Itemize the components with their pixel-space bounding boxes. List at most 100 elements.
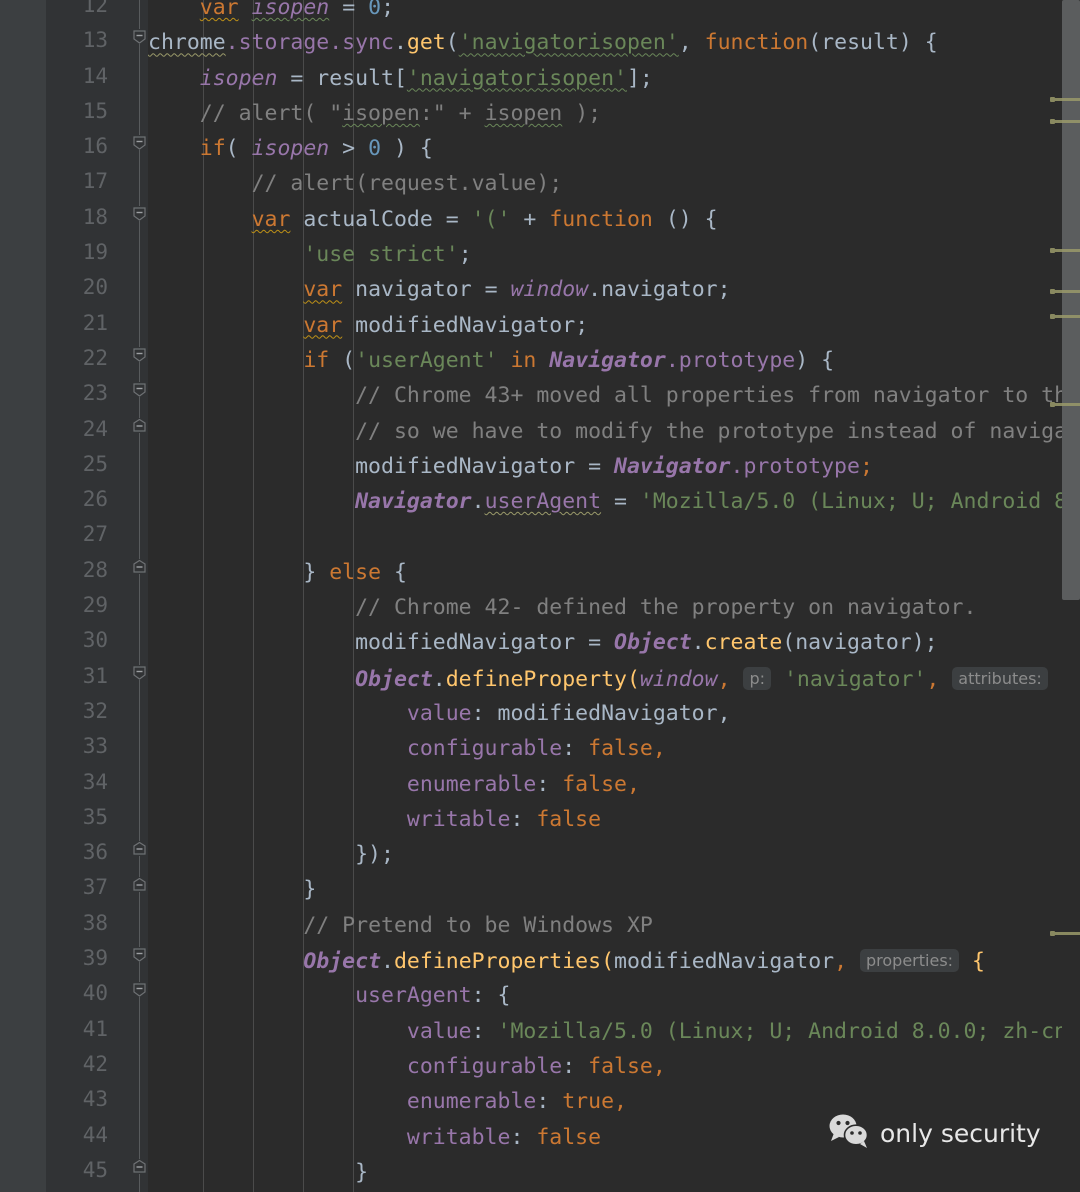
code-line[interactable]: Navigator.userAgent = 'Mozilla/5.0 (Linu… <box>148 484 1080 519</box>
code-line[interactable] <box>148 519 1080 554</box>
line-number: 17 <box>82 169 108 194</box>
code-line[interactable]: writable: false <box>148 802 1080 837</box>
code-line[interactable]: // Chrome 42- defined the property on na… <box>148 590 1080 625</box>
code-line[interactable]: } else { <box>148 555 1080 590</box>
code-line[interactable]: if ('userAgent' in Navigator.prototype) … <box>148 343 1080 378</box>
fold-collapse-icon[interactable] <box>132 664 147 680</box>
line-number: 21 <box>82 310 108 335</box>
code-line[interactable]: } <box>148 872 1080 907</box>
line-number: 20 <box>82 275 108 300</box>
line-number: 18 <box>82 204 108 229</box>
vertical-scrollbar-track[interactable] <box>1062 0 1080 1192</box>
error-stripe-marker[interactable] <box>1050 289 1080 294</box>
code-line[interactable]: var isopen = 0; <box>148 0 1080 25</box>
fold-guide-line <box>139 0 140 1192</box>
error-stripe-marker[interactable] <box>1050 248 1080 253</box>
code-line[interactable]: modifiedNavigator = Navigator.prototype; <box>148 449 1080 484</box>
code-line[interactable]: enumerable: false, <box>148 767 1080 802</box>
line-number: 13 <box>82 28 108 53</box>
line-number: 40 <box>82 981 108 1006</box>
editor-gutter[interactable]: 12 13 14 15 16 17 18 19 20 21 22 23 24 25 26 27 28 29 30 31… <box>46 0 148 1192</box>
code-line[interactable]: value: modifiedNavigator, <box>148 696 1080 731</box>
code-line[interactable]: var modifiedNavigator; <box>148 308 1080 343</box>
line-number: 15 <box>82 98 108 123</box>
line-number: 19 <box>82 240 108 265</box>
fold-end-icon[interactable] <box>132 876 147 892</box>
code-line[interactable]: } <box>148 1155 1080 1190</box>
fold-collapse-icon[interactable] <box>132 382 147 398</box>
line-number: 23 <box>82 381 108 406</box>
line-number: 27 <box>82 522 108 547</box>
code-line[interactable]: // Pretend to be Windows XP <box>148 908 1080 943</box>
code-line[interactable]: Object.defineProperties(modifiedNavigato… <box>148 943 1080 978</box>
code-viewport[interactable]: var isopen = 0; chrome.storage.sync.get('… <box>148 0 1080 1192</box>
code-line[interactable]: // alert( "isopen:" + isopen ); <box>148 96 1080 131</box>
fold-collapse-icon[interactable] <box>132 29 147 45</box>
line-number: 32 <box>82 698 108 723</box>
error-stripe-marker[interactable] <box>1050 402 1080 407</box>
code-line[interactable]: chrome.storage.sync.get('navigatorisopen… <box>148 25 1080 60</box>
line-number: 12 <box>82 0 108 17</box>
fold-collapse-icon[interactable] <box>132 135 147 151</box>
line-number: 42 <box>82 1051 108 1076</box>
fold-end-icon[interactable] <box>132 1158 147 1174</box>
line-number: 28 <box>82 557 108 582</box>
line-number: 14 <box>82 63 108 88</box>
line-number: 22 <box>82 345 108 370</box>
error-stripe-marker[interactable] <box>1050 314 1080 319</box>
code-line[interactable]: enumerable: true, <box>148 1084 1080 1119</box>
code-line[interactable]: // so we have to modify the prototype in… <box>148 414 1080 449</box>
inlay-hint: attributes: <box>952 666 1048 690</box>
code-line[interactable]: isopen = result['navigatorisopen']; <box>148 61 1080 96</box>
code-folding-rail[interactable] <box>132 0 148 1192</box>
code-line[interactable]: var navigator = window.navigator; <box>148 272 1080 307</box>
line-number: 43 <box>82 1087 108 1112</box>
code-line[interactable]: writable: false <box>148 1120 1080 1155</box>
line-number-column: 12 13 14 15 16 17 18 19 20 21 22 23 24 25 26 27 28 29 30 31… <box>46 0 108 1188</box>
line-number: 34 <box>82 769 108 794</box>
fold-collapse-icon[interactable] <box>132 947 147 963</box>
line-number: 41 <box>82 1016 108 1041</box>
code-line[interactable]: configurable: false, <box>148 1049 1080 1084</box>
error-stripe-marker[interactable] <box>1050 119 1080 124</box>
line-number: 35 <box>82 804 108 829</box>
line-number: 37 <box>82 875 108 900</box>
code-line[interactable]: configurable: false, <box>148 731 1080 766</box>
line-number: 26 <box>82 487 108 512</box>
code-line[interactable]: if( isopen > 0 ) { <box>148 131 1080 166</box>
code-editor[interactable]: 12 13 14 15 16 17 18 19 20 21 22 23 24 25 26 27 28 29 30 31… <box>0 0 1080 1192</box>
line-number: 30 <box>82 628 108 653</box>
error-stripe-marker[interactable] <box>1050 97 1080 102</box>
inlay-hint: p: <box>743 666 772 690</box>
source-code-text[interactable]: var isopen = 0; chrome.storage.sync.get('… <box>148 0 1080 1190</box>
code-line[interactable]: modifiedNavigator = Object.create(naviga… <box>148 625 1080 660</box>
code-line[interactable]: value: 'Mozilla/5.0 (Linux; U; Android 8… <box>148 1014 1080 1049</box>
line-number: 36 <box>82 840 108 865</box>
code-line[interactable]: Object.defineProperty(window, p: 'naviga… <box>148 661 1080 696</box>
line-number: 16 <box>82 134 108 159</box>
code-line[interactable]: // Chrome 43+ moved all properties from … <box>148 378 1080 413</box>
fold-end-icon[interactable] <box>132 417 147 433</box>
line-number: 33 <box>82 734 108 759</box>
fold-end-icon[interactable] <box>132 558 147 574</box>
line-number: 31 <box>82 663 108 688</box>
line-number: 44 <box>82 1122 108 1147</box>
fold-collapse-icon[interactable] <box>132 347 147 362</box>
editor-left-rail <box>0 0 46 1192</box>
line-number: 39 <box>82 946 108 971</box>
error-stripe-marker[interactable] <box>1050 931 1080 936</box>
line-number: 25 <box>82 451 108 476</box>
code-line[interactable]: userAgent: { <box>148 978 1080 1013</box>
code-line[interactable]: var actualCode = '(' + function () { <box>148 202 1080 237</box>
line-number: 45 <box>82 1157 108 1182</box>
code-line[interactable]: // alert(request.value); <box>148 166 1080 201</box>
fold-end-icon[interactable] <box>132 841 147 857</box>
code-line[interactable]: 'use strict'; <box>148 237 1080 272</box>
line-number: 24 <box>82 416 108 441</box>
vertical-scrollbar-thumb[interactable] <box>1062 0 1080 600</box>
code-line[interactable]: }); <box>148 837 1080 872</box>
fold-collapse-icon[interactable] <box>132 982 147 998</box>
fold-collapse-icon[interactable] <box>132 205 147 221</box>
inlay-hint: properties: <box>860 949 960 973</box>
line-number: 38 <box>82 910 108 935</box>
